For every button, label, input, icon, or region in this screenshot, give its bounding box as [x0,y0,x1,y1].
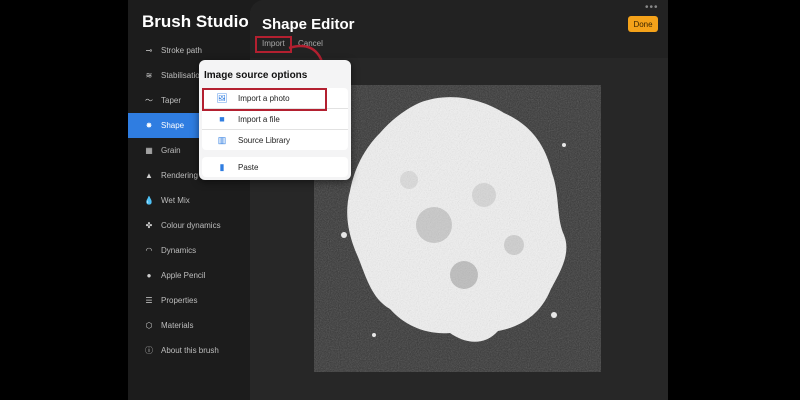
sidebar-item-label: Stroke path [161,46,202,55]
sidebar-item-materials[interactable]: ⬡ Materials [128,313,258,338]
popover-paste-group: ▮ Paste [202,157,348,177]
popover-title: Image source options [204,70,308,81]
sidebar-item-label: Stabilisation [161,71,205,80]
sidebar-item-properties[interactable]: ☰ Properties [128,288,258,313]
shape-preview [314,85,601,372]
import-photo-highlight-box [202,88,327,111]
sidebar-item-label: Colour dynamics [161,221,221,230]
folder-icon: ■ [219,114,225,124]
colour-dynamics-icon: ✤ [145,221,153,230]
rendering-icon: ▲ [145,171,153,180]
device-bezel-left [0,0,128,400]
wet-mix-icon: 💧 [144,196,154,205]
grain-icon: ▦ [145,146,153,155]
apple-pencil-icon: ● [146,271,152,280]
shape-source-image [314,85,601,372]
sidebar-item-apple-pencil[interactable]: ● Apple Pencil [128,263,258,288]
sidebar-item-label: Grain [161,146,181,155]
import-file-option[interactable]: ■ Import a file [202,109,348,130]
shape-editor-title: Shape Editor [262,16,355,33]
dynamics-icon: ◠ [145,246,153,255]
about-icon: ⓘ [145,346,153,355]
properties-icon: ☰ [145,296,153,305]
sidebar-item-wet-mix[interactable]: 💧 Wet Mix [128,188,258,213]
sidebar-item-label: Properties [161,296,198,305]
device-bezel-right [668,0,800,400]
paste-icon: ▮ [219,161,225,172]
sidebar-item-label: Taper [161,96,182,105]
done-button[interactable]: Done [628,16,658,32]
option-label: Source Library [238,135,291,145]
app-title: Brush Studio [142,12,249,31]
sidebar-item-label: Rendering [161,171,198,180]
stabilisation-icon: ≋ [145,71,153,80]
paste-option[interactable]: ▮ Paste [202,157,348,177]
sidebar-item-label: About this brush [161,346,219,355]
sidebar-item-label: Dynamics [161,246,197,255]
sidebar-item-about[interactable]: ⓘ About this brush [128,338,258,363]
sidebar-item-label: Materials [161,321,194,330]
shape-icon: ✸ [145,121,153,130]
sidebar-item-dynamics[interactable]: ◠ Dynamics [128,238,258,263]
source-library-option[interactable]: ▥ Source Library [202,130,348,150]
option-label: Paste [238,162,259,172]
sidebar-item-label: Wet Mix [161,196,190,205]
taper-icon: 〜 [145,96,153,105]
option-label: Import a file [238,114,280,124]
stroke-path-icon: ⊸ [145,46,153,55]
materials-icon: ⬡ [145,321,153,330]
sidebar-item-label: Shape [161,121,185,130]
image-source-popover: Image source options 🖼 Import a photo ■ … [199,60,351,180]
sidebar-item-colour-dynamics[interactable]: ✤ Colour dynamics [128,213,258,238]
more-dots-icon[interactable]: ••• [645,2,659,13]
sidebar-item-label: Apple Pencil [161,271,206,280]
library-icon: ▥ [217,134,227,145]
